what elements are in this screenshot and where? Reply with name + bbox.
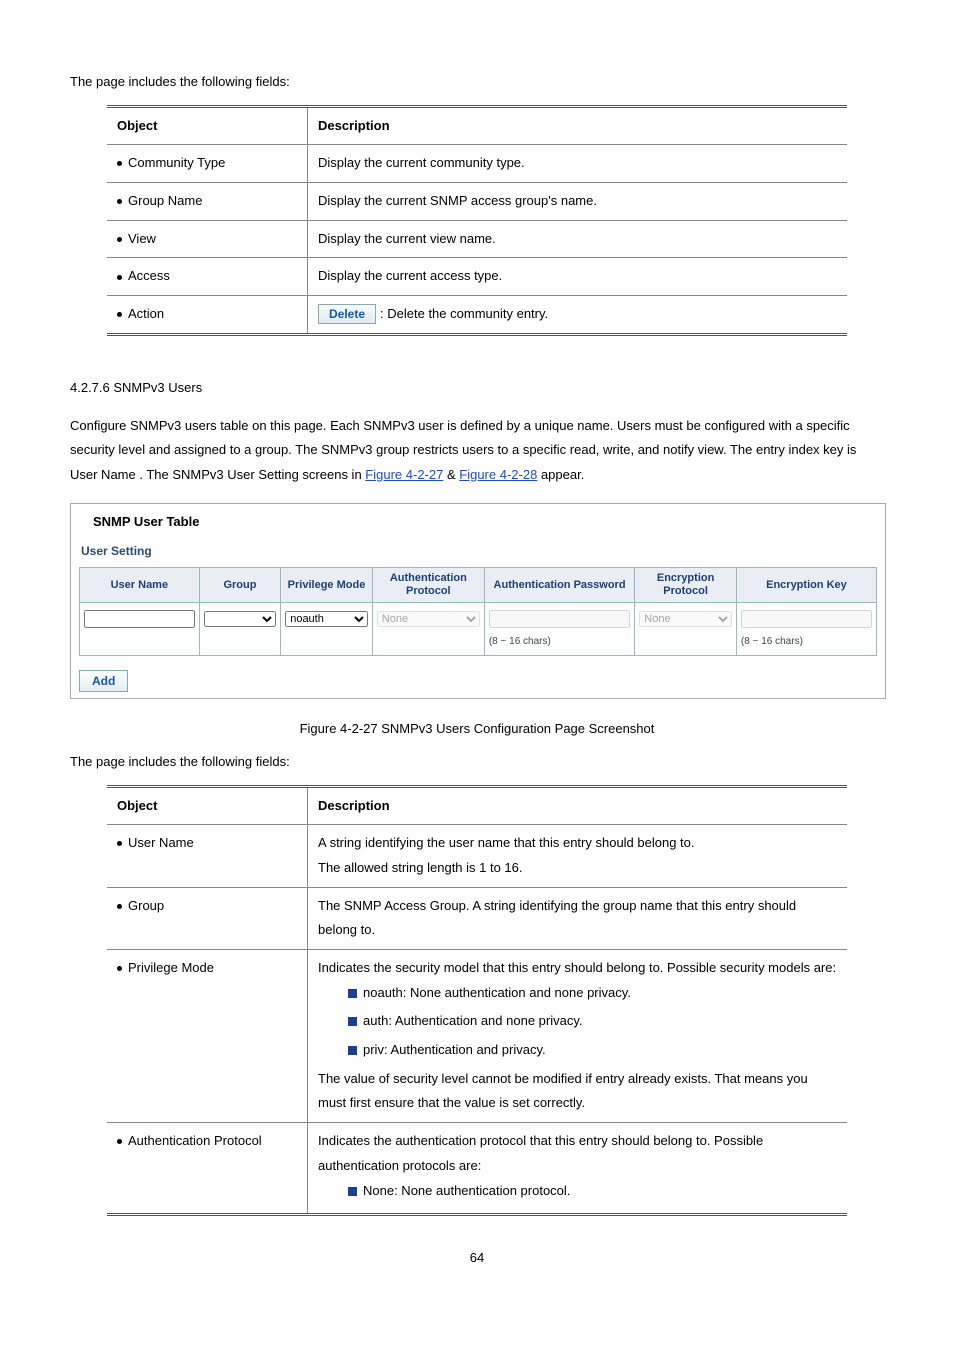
add-button[interactable]: Add bbox=[79, 670, 128, 692]
bullet-icon bbox=[117, 161, 122, 166]
figure-link-a[interactable]: Figure 4-2-27 bbox=[365, 467, 443, 482]
user-name-input[interactable] bbox=[84, 610, 195, 628]
para-keyword: User Name bbox=[70, 467, 136, 482]
figure-link-b[interactable]: Figure 4-2-28 bbox=[459, 467, 537, 482]
table-row: Group The SNMP Access Group. A string id… bbox=[107, 887, 847, 949]
row-desc: Delete : Delete the community entry. bbox=[308, 296, 848, 335]
square-icon bbox=[348, 1017, 357, 1026]
col-description: Description bbox=[308, 106, 848, 145]
row-desc: Indicates the authentication protocol th… bbox=[308, 1123, 848, 1215]
group-select[interactable] bbox=[204, 611, 276, 627]
row-label: Access bbox=[128, 268, 170, 283]
page-number: 64 bbox=[70, 1246, 884, 1271]
row-desc: Display the current access type. bbox=[308, 258, 848, 296]
bullet-icon bbox=[117, 904, 122, 909]
row-label: Group Name bbox=[128, 193, 202, 208]
intro-text-1: The page includes the following fields: bbox=[70, 70, 884, 95]
row-desc: A string identifying the user name that … bbox=[308, 825, 848, 887]
enc-protocol-select[interactable]: None bbox=[639, 611, 732, 627]
row-label: Privilege Mode bbox=[128, 960, 214, 975]
bullet-icon bbox=[117, 312, 122, 317]
row-desc: The SNMP Access Group. A string identify… bbox=[308, 887, 848, 949]
bullet-icon bbox=[117, 199, 122, 204]
desc-line: The allowed string length is 1 to 16. bbox=[318, 860, 523, 875]
opt-name: priv bbox=[363, 1042, 384, 1057]
intro-text-2: The page includes the following fields: bbox=[70, 750, 884, 775]
paragraph: Configure SNMPv3 users table on this pag… bbox=[70, 414, 884, 488]
widget-subtitle: User Setting bbox=[71, 536, 885, 567]
desc-line: The value of security level cannot be mo… bbox=[318, 1071, 808, 1111]
col-user-name: User Name bbox=[80, 568, 200, 603]
para-text: & bbox=[447, 467, 459, 482]
privilege-mode-select[interactable]: noauth bbox=[285, 611, 368, 627]
user-setting-grid: User Name Group Privilege Mode Authentic… bbox=[79, 567, 877, 656]
opt-desc: : None authentication and none privacy. bbox=[403, 985, 631, 1000]
bullet-icon bbox=[117, 966, 122, 971]
para-text: . The SNMPv3 User Setting screens in bbox=[139, 467, 365, 482]
auth-protocol-select[interactable]: None bbox=[377, 611, 480, 627]
col-object: Object bbox=[107, 786, 308, 825]
enc-key-input[interactable] bbox=[741, 610, 872, 628]
row-label: Action bbox=[128, 306, 164, 321]
col-enc-key: Encryption Key bbox=[736, 568, 876, 603]
desc-line: A string identifying the user name that … bbox=[318, 835, 695, 850]
row-label: View bbox=[128, 231, 156, 246]
col-auth-proto: Authentication Protocol bbox=[372, 568, 484, 603]
bullet-icon bbox=[117, 237, 122, 242]
para-text: appear. bbox=[541, 467, 584, 482]
bullet-icon bbox=[117, 1139, 122, 1144]
table-row: Authentication Protocol Indicates the au… bbox=[107, 1123, 847, 1215]
square-icon bbox=[348, 1046, 357, 1055]
row-label: Community Type bbox=[128, 155, 225, 170]
opt-name: auth bbox=[363, 1013, 388, 1028]
col-enc-proto: Encryption Protocol bbox=[635, 568, 737, 603]
snmp-user-widget: SNMP User Table User Setting User Name G… bbox=[70, 503, 886, 700]
opt-desc: : Authentication and privacy. bbox=[384, 1042, 546, 1057]
row-desc: Display the current SNMP access group's … bbox=[308, 183, 848, 221]
user-fields-table: Object Description User Name A string id… bbox=[107, 785, 847, 1217]
row-label: Authentication Protocol bbox=[128, 1133, 262, 1148]
delete-desc: : Delete the community entry. bbox=[380, 306, 548, 321]
row-desc: Indicates the security model that this e… bbox=[308, 950, 848, 1123]
col-object: Object bbox=[107, 106, 308, 145]
desc-line: Indicates the security model that this e… bbox=[318, 960, 836, 975]
opt-desc: : None authentication protocol. bbox=[394, 1183, 570, 1198]
bullet-icon bbox=[117, 275, 122, 280]
row-label: User Name bbox=[128, 835, 194, 850]
hint-text: (8 ~ 16 chars) bbox=[489, 632, 630, 651]
table-row: Access Display the current access type. bbox=[107, 258, 847, 296]
table-row: View Display the current view name. bbox=[107, 220, 847, 258]
row-desc: Display the current community type. bbox=[308, 145, 848, 183]
para-text: Configure SNMPv3 users table on this pag… bbox=[70, 418, 856, 458]
opt-desc: : Authentication and none privacy. bbox=[388, 1013, 582, 1028]
square-icon bbox=[348, 989, 357, 998]
row-desc: Display the current view name. bbox=[308, 220, 848, 258]
table-row: Action Delete : Delete the community entr… bbox=[107, 296, 847, 335]
hint-text: (8 ~ 16 chars) bbox=[741, 632, 872, 651]
delete-button[interactable]: Delete bbox=[318, 304, 376, 324]
community-fields-table: Object Description Community Type Displa… bbox=[107, 105, 847, 336]
section-heading: 4.2.7.6 SNMPv3 Users bbox=[70, 376, 884, 401]
table-row: User Name A string identifying the user … bbox=[107, 825, 847, 887]
widget-title: SNMP User Table bbox=[71, 504, 885, 537]
square-icon bbox=[348, 1187, 357, 1196]
figure-caption: Figure 4-2-27 SNMPv3 Users Configuration… bbox=[70, 709, 884, 750]
col-auth-pass: Authentication Password bbox=[484, 568, 634, 603]
opt-name: None bbox=[363, 1183, 394, 1198]
auth-password-input[interactable] bbox=[489, 610, 630, 628]
table-row: Community Type Display the current commu… bbox=[107, 145, 847, 183]
opt-name: noauth bbox=[363, 985, 403, 1000]
col-description: Description bbox=[308, 786, 848, 825]
table-row: Privilege Mode Indicates the security mo… bbox=[107, 950, 847, 1123]
table-row: Group Name Display the current SNMP acce… bbox=[107, 183, 847, 221]
row-label: Group bbox=[128, 898, 164, 913]
col-priv-mode: Privilege Mode bbox=[281, 568, 373, 603]
col-group: Group bbox=[199, 568, 280, 603]
desc-line: Indicates the authentication protocol th… bbox=[318, 1133, 763, 1173]
bullet-icon bbox=[117, 841, 122, 846]
